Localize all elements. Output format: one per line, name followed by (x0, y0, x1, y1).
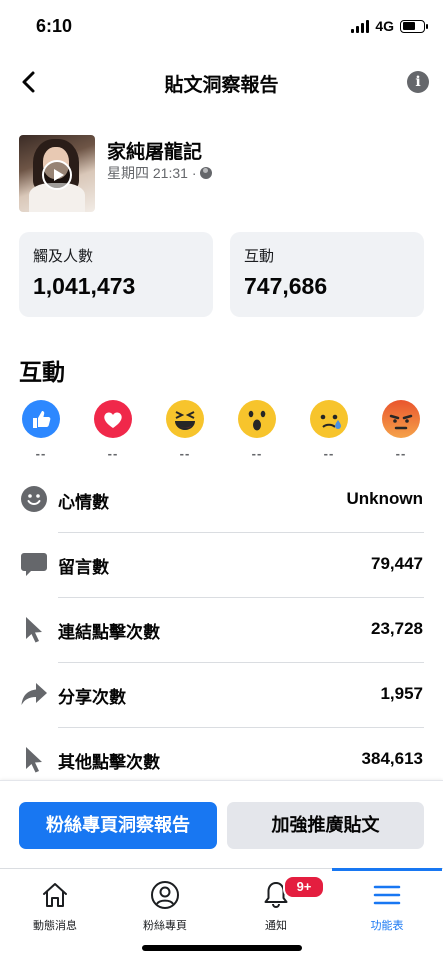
share-icon (21, 683, 47, 705)
stat-value: Unknown (346, 489, 424, 508)
tab-label: 功能表 (370, 920, 404, 932)
sad-count: -- (323, 446, 335, 461)
tab-pages[interactable]: 粉絲專頁 (110, 869, 220, 939)
like-icon (22, 400, 60, 438)
stat-label: 心情數 (58, 493, 109, 512)
list-item[interactable]: 分享次數 1,957 (0, 663, 443, 728)
stat-label: 連結點擊次數 (58, 623, 160, 642)
header: 貼文洞察報告 i (0, 62, 443, 102)
globe-icon (200, 167, 213, 179)
reaction-angry: -- (382, 400, 420, 461)
tab-bar: 動態消息 粉絲專頁 9+ 通知 功能表 (0, 868, 443, 960)
post-summary[interactable]: 家純屠龍記 星期四 21:31 · (19, 135, 429, 215)
engagement-list: 心情數 Unknown 留言數 79,447 連結點擊次數 23,728 分享次… (0, 468, 443, 793)
play-icon (42, 160, 72, 190)
engagement-card[interactable]: 互動 747,686 (230, 232, 424, 317)
home-indicator[interactable] (142, 945, 302, 951)
reach-card[interactable]: 觸及人數 1,041,473 (19, 232, 213, 317)
list-item[interactable]: 留言數 79,447 (0, 533, 443, 598)
tab-notifications[interactable]: 9+ 通知 (221, 869, 331, 939)
haha-icon (166, 400, 204, 438)
list-item[interactable]: 連結點擊次數 23,728 (0, 598, 443, 663)
home-icon (43, 883, 67, 907)
sad-icon (310, 400, 348, 438)
stat-value: 23,728 (371, 619, 423, 638)
tab-label: 動態消息 (33, 920, 77, 932)
wow-count: -- (251, 446, 263, 461)
section-title: 互動 (19, 359, 65, 385)
love-count: -- (107, 446, 119, 461)
info-icon[interactable]: i (407, 71, 429, 93)
tab-news-feed[interactable]: 動態消息 (0, 869, 110, 939)
status-bar: 6:10 4G (0, 0, 443, 52)
profile-icon (151, 881, 179, 909)
wow-icon (238, 400, 276, 438)
stat-label: 其他點擊次數 (58, 753, 160, 772)
stat-value: 79,447 (371, 554, 423, 573)
video-thumbnail[interactable] (19, 135, 95, 212)
reaction-like: -- (22, 400, 60, 461)
notification-badge: 9+ (283, 875, 325, 899)
battery-icon (400, 19, 428, 33)
network-type: 4G (375, 18, 394, 34)
cursor-icon (26, 617, 42, 643)
stat-label: 留言數 (58, 558, 109, 577)
reaction-sad: -- (310, 400, 348, 461)
menu-icon (373, 885, 401, 905)
boost-post-button[interactable]: 加強推廣貼文 (227, 802, 424, 849)
status-time: 6:10 (36, 16, 73, 36)
page-insights-button[interactable]: 粉絲專頁洞察報告 (19, 802, 217, 849)
reaction-love: -- (94, 400, 132, 461)
stat-label: 分享次數 (58, 688, 126, 707)
reactions-row: -- -- -- -- -- -- (22, 400, 426, 462)
reaction-wow: -- (238, 400, 276, 461)
page-title: 貼文洞察報告 (164, 75, 279, 96)
tab-menu[interactable]: 功能表 (332, 868, 442, 939)
status-indicators: 4G (351, 18, 428, 34)
angry-icon (382, 400, 420, 438)
engagement-value: 747,686 (244, 273, 328, 299)
reach-value: 1,041,473 (33, 273, 136, 299)
like-count: -- (35, 446, 47, 461)
reaction-haha: -- (166, 400, 204, 461)
angry-count: -- (395, 446, 407, 461)
haha-count: -- (179, 446, 191, 461)
action-bar: 粉絲專頁洞察報告 加強推廣貼文 (0, 780, 443, 868)
tab-label: 粉絲專頁 (143, 920, 187, 932)
heart-icon (94, 400, 132, 438)
stat-value: 1,957 (380, 684, 423, 703)
engagement-label: 互動 (244, 248, 275, 265)
signal-icon (351, 19, 370, 33)
post-title: 家純屠龍記 (107, 142, 203, 163)
post-timestamp: 星期四 21:31 · (107, 165, 197, 181)
cursor-icon (26, 747, 42, 773)
list-item[interactable]: 心情數 Unknown (0, 468, 443, 533)
post-meta: 星期四 21:31 · (107, 163, 213, 183)
stat-value: 384,613 (361, 749, 423, 768)
tab-label: 通知 (265, 920, 287, 932)
comment-icon (21, 553, 47, 576)
reach-label: 觸及人數 (33, 248, 94, 265)
smiley-icon (21, 486, 47, 512)
